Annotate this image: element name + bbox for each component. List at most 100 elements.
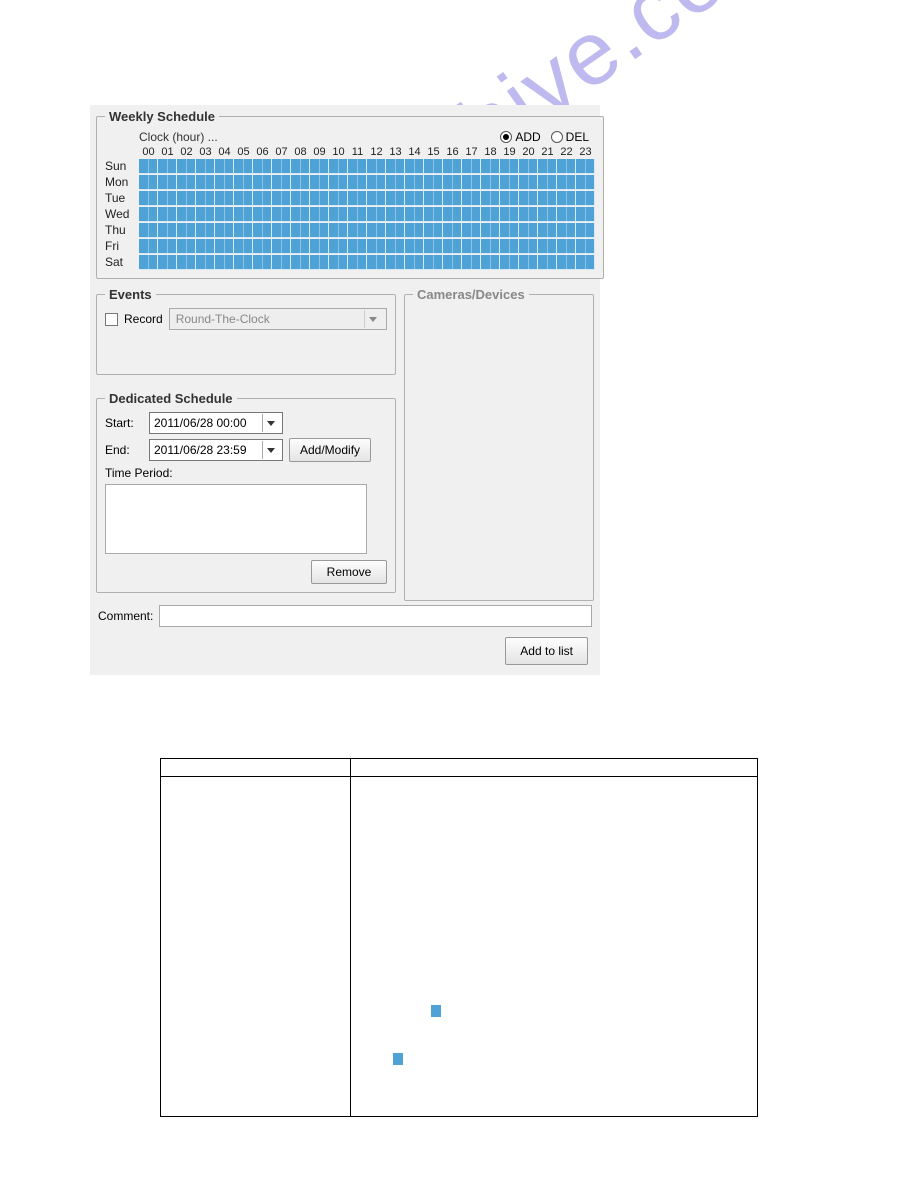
day-cells[interactable] bbox=[139, 239, 595, 254]
schedule-cell[interactable] bbox=[557, 175, 576, 190]
schedule-cell[interactable] bbox=[348, 255, 367, 270]
schedule-cell[interactable] bbox=[272, 255, 291, 270]
schedule-cell[interactable] bbox=[500, 239, 519, 254]
schedule-cell[interactable] bbox=[177, 159, 196, 174]
schedule-cell[interactable] bbox=[196, 191, 215, 206]
schedule-cell[interactable] bbox=[310, 223, 329, 238]
schedule-cell[interactable] bbox=[177, 255, 196, 270]
schedule-cell[interactable] bbox=[215, 239, 234, 254]
schedule-cell[interactable] bbox=[481, 223, 500, 238]
schedule-cell[interactable] bbox=[196, 207, 215, 222]
schedule-cell[interactable] bbox=[272, 175, 291, 190]
schedule-cell[interactable] bbox=[234, 255, 253, 270]
schedule-cell[interactable] bbox=[215, 223, 234, 238]
schedule-cell[interactable] bbox=[253, 239, 272, 254]
schedule-cell[interactable] bbox=[234, 207, 253, 222]
schedule-cell[interactable] bbox=[386, 191, 405, 206]
schedule-cell[interactable] bbox=[424, 223, 443, 238]
schedule-cell[interactable] bbox=[462, 255, 481, 270]
schedule-cell[interactable] bbox=[576, 175, 595, 190]
schedule-cell[interactable] bbox=[177, 239, 196, 254]
schedule-cell[interactable] bbox=[158, 191, 177, 206]
schedule-cell[interactable] bbox=[576, 223, 595, 238]
schedule-cell[interactable] bbox=[234, 223, 253, 238]
schedule-cell[interactable] bbox=[519, 191, 538, 206]
comment-input[interactable] bbox=[159, 605, 592, 627]
schedule-cell[interactable] bbox=[272, 207, 291, 222]
schedule-cell[interactable] bbox=[576, 191, 595, 206]
schedule-cell[interactable] bbox=[139, 159, 158, 174]
schedule-cell[interactable] bbox=[462, 207, 481, 222]
schedule-cell[interactable] bbox=[215, 191, 234, 206]
schedule-cell[interactable] bbox=[139, 191, 158, 206]
schedule-cell[interactable] bbox=[348, 159, 367, 174]
schedule-cell[interactable] bbox=[310, 255, 329, 270]
schedule-cell[interactable] bbox=[310, 239, 329, 254]
schedule-cell[interactable] bbox=[177, 207, 196, 222]
schedule-cell[interactable] bbox=[443, 191, 462, 206]
schedule-cell[interactable] bbox=[310, 207, 329, 222]
schedule-cell[interactable] bbox=[481, 255, 500, 270]
mode-del-radio[interactable]: DEL bbox=[551, 130, 589, 144]
schedule-cell[interactable] bbox=[519, 223, 538, 238]
schedule-cell[interactable] bbox=[253, 159, 272, 174]
schedule-cell[interactable] bbox=[139, 255, 158, 270]
schedule-cell[interactable] bbox=[424, 159, 443, 174]
schedule-cell[interactable] bbox=[253, 223, 272, 238]
schedule-cell[interactable] bbox=[386, 239, 405, 254]
schedule-cell[interactable] bbox=[519, 175, 538, 190]
schedule-cell[interactable] bbox=[329, 175, 348, 190]
schedule-cell[interactable] bbox=[158, 159, 177, 174]
schedule-cell[interactable] bbox=[576, 159, 595, 174]
schedule-cell[interactable] bbox=[367, 239, 386, 254]
day-cells[interactable] bbox=[139, 159, 595, 174]
schedule-cell[interactable] bbox=[576, 255, 595, 270]
schedule-cell[interactable] bbox=[310, 175, 329, 190]
schedule-cell[interactable] bbox=[329, 223, 348, 238]
schedule-cell[interactable] bbox=[443, 223, 462, 238]
schedule-cell[interactable] bbox=[462, 223, 481, 238]
schedule-cell[interactable] bbox=[481, 207, 500, 222]
schedule-cell[interactable] bbox=[329, 159, 348, 174]
schedule-cell[interactable] bbox=[538, 191, 557, 206]
schedule-cell[interactable] bbox=[500, 191, 519, 206]
start-datetime-input[interactable]: 2011/06/28 00:00 bbox=[149, 412, 283, 434]
schedule-cell[interactable] bbox=[196, 223, 215, 238]
schedule-cell[interactable] bbox=[272, 239, 291, 254]
day-cells[interactable] bbox=[139, 175, 595, 190]
end-datetime-input[interactable]: 2011/06/28 23:59 bbox=[149, 439, 283, 461]
day-cells[interactable] bbox=[139, 223, 595, 238]
schedule-cell[interactable] bbox=[386, 207, 405, 222]
schedule-cell[interactable] bbox=[367, 159, 386, 174]
schedule-cell[interactable] bbox=[139, 239, 158, 254]
record-mode-select[interactable]: Round-The-Clock bbox=[169, 308, 387, 330]
schedule-cell[interactable] bbox=[500, 223, 519, 238]
schedule-cell[interactable] bbox=[519, 207, 538, 222]
mode-add-radio[interactable]: ADD bbox=[500, 130, 540, 144]
schedule-cell[interactable] bbox=[158, 239, 177, 254]
schedule-cell[interactable] bbox=[576, 207, 595, 222]
schedule-cell[interactable] bbox=[253, 255, 272, 270]
schedule-cell[interactable] bbox=[424, 175, 443, 190]
schedule-cell[interactable] bbox=[443, 239, 462, 254]
schedule-cell[interactable] bbox=[291, 207, 310, 222]
schedule-cell[interactable] bbox=[139, 207, 158, 222]
schedule-cell[interactable] bbox=[481, 191, 500, 206]
schedule-cell[interactable] bbox=[139, 175, 158, 190]
schedule-cell[interactable] bbox=[386, 175, 405, 190]
schedule-cell[interactable] bbox=[291, 175, 310, 190]
schedule-cell[interactable] bbox=[310, 159, 329, 174]
schedule-cell[interactable] bbox=[253, 175, 272, 190]
schedule-cell[interactable] bbox=[329, 239, 348, 254]
record-checkbox[interactable] bbox=[105, 313, 118, 326]
time-period-list[interactable] bbox=[105, 484, 367, 554]
schedule-cell[interactable] bbox=[443, 207, 462, 222]
add-to-list-button[interactable]: Add to list bbox=[505, 637, 588, 665]
schedule-cell[interactable] bbox=[481, 159, 500, 174]
schedule-cell[interactable] bbox=[500, 175, 519, 190]
schedule-cell[interactable] bbox=[215, 159, 234, 174]
schedule-cell[interactable] bbox=[405, 223, 424, 238]
schedule-cell[interactable] bbox=[557, 159, 576, 174]
schedule-cell[interactable] bbox=[291, 223, 310, 238]
schedule-cell[interactable] bbox=[405, 239, 424, 254]
